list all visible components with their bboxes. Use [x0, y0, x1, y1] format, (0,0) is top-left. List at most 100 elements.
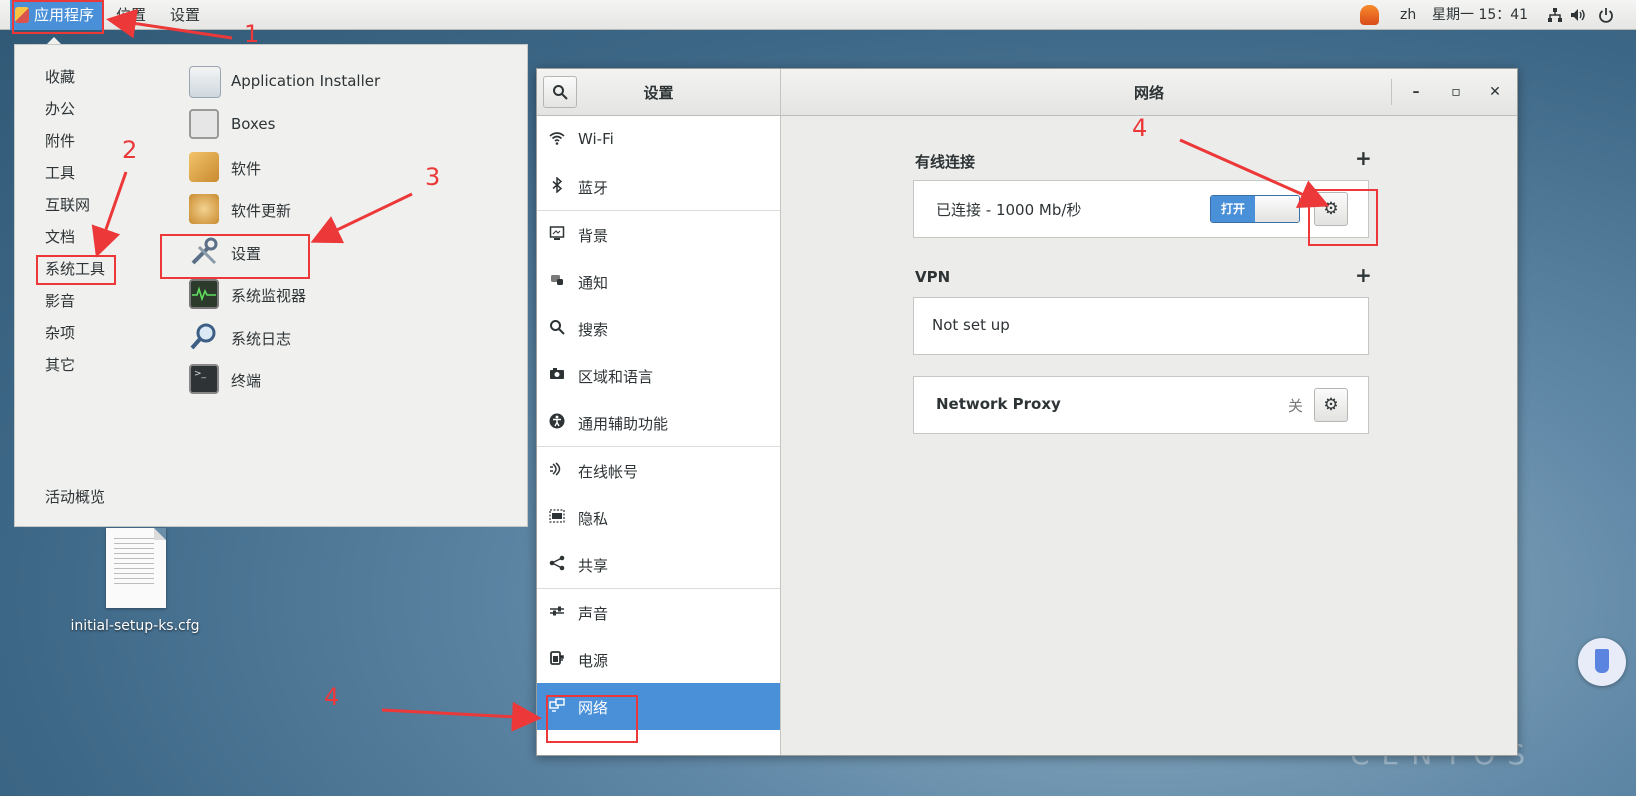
input-method-indicator[interactable]: zh [1400, 0, 1416, 30]
sidebar-item-label: 通知 [578, 274, 609, 292]
sidebar-item-sharing[interactable]: 共享 [537, 541, 780, 588]
category-utilities[interactable]: 工具 [45, 162, 75, 183]
settings-sidebar: Wi-Fi 蓝牙 背景 通知 搜索 区域和语言 通用辅助功能 在线帐号 隐私 共… [537, 116, 781, 755]
usb-device-icon[interactable] [1578, 638, 1626, 686]
app-label: 软件 [231, 160, 262, 178]
boxes-icon [189, 109, 219, 139]
annotation-box-system-tools [36, 255, 116, 285]
settings-window: 设置 网络 – ▫ ✕ Wi-Fi 蓝牙 背景 通知 搜索 区域和语言 通用辅助… [536, 68, 1518, 756]
power-menu-icon[interactable] [1598, 7, 1614, 23]
sound-icon [549, 603, 565, 619]
sidebar-item-search[interactable]: 搜索 [537, 305, 780, 352]
settings-menu-button[interactable]: 设置 [170, 0, 200, 30]
region-icon [549, 366, 565, 382]
volume-icon[interactable] [1570, 7, 1586, 23]
sidebar-item-privacy[interactable]: 隐私 [537, 494, 780, 541]
annotation-step-2: 2 [122, 136, 138, 164]
privacy-icon [549, 508, 565, 524]
sidebar-title: 设置 [643, 84, 674, 102]
sidebar-item-label: 隐私 [578, 510, 609, 528]
wifi-icon [549, 130, 565, 146]
arrow-step-4-network [381, 701, 542, 732]
header-divider [1391, 79, 1392, 105]
sidebar-item-bluetooth[interactable]: 蓝牙 [537, 163, 780, 210]
category-office[interactable]: 办公 [45, 98, 75, 119]
add-vpn-button[interactable]: + [1355, 263, 1372, 287]
sidebar-item-power[interactable]: 电源 [537, 636, 780, 683]
wired-toggle[interactable]: 打开 [1210, 195, 1300, 223]
online-accounts-icon [549, 461, 565, 477]
app-boxes[interactable]: Boxes [175, 106, 475, 144]
annotation-box-network-item [546, 695, 638, 743]
sidebar-item-label: 区域和语言 [578, 368, 654, 386]
wired-connection-row: 已连接 - 1000 Mb/秒 打开 ⚙ [913, 180, 1369, 238]
network-status-icon[interactable] [1547, 7, 1563, 23]
app-label: 软件更新 [231, 202, 292, 220]
minimize-button[interactable]: – [1405, 81, 1427, 103]
app-terminal[interactable]: >_ 终端 [175, 361, 475, 399]
vpn-section-title: VPN [915, 268, 951, 286]
app-software-update[interactable]: 软件更新 [175, 191, 475, 229]
sidebar-item-label: 共享 [578, 557, 609, 575]
app-label: 系统日志 [231, 330, 292, 348]
terminal-icon: >_ [189, 364, 219, 394]
network-proxy-state: 关 [1288, 397, 1304, 415]
sidebar-item-label: 通用辅助功能 [578, 415, 669, 433]
search-icon [549, 319, 565, 335]
applications-menu: 收藏 办公 附件 工具 互联网 文档 系统工具 影音 杂项 其它 活动概览 Ap… [14, 44, 528, 527]
sidebar-item-label: 声音 [578, 605, 609, 623]
sidebar-item-region[interactable]: 区域和语言 [537, 352, 780, 399]
sidebar-item-background[interactable]: 背景 [537, 211, 780, 258]
maximize-button[interactable]: ▫ [1445, 81, 1467, 103]
category-internet[interactable]: 互联网 [45, 194, 90, 215]
wired-status: 已连接 - 1000 Mb/秒 [936, 201, 1082, 219]
app-application-installer[interactable]: Application Installer [175, 63, 475, 101]
network-panel: 有线连接 + 已连接 - 1000 Mb/秒 打开 ⚙ VPN + Not se… [781, 116, 1517, 755]
sidebar-item-sound[interactable]: 声音 [537, 589, 780, 636]
close-button[interactable]: ✕ [1484, 81, 1506, 103]
category-documents[interactable]: 文档 [45, 226, 75, 247]
magnifier-icon [189, 322, 219, 352]
clock[interactable]: 星期一 15：41 [1432, 0, 1528, 30]
proxy-settings-button[interactable]: ⚙ [1314, 388, 1348, 422]
installer-icon [189, 66, 221, 98]
software-icon [189, 152, 219, 182]
accessibility-icon [549, 413, 565, 429]
vpn-status: Not set up [932, 316, 1010, 334]
sidebar-item-label: 搜索 [578, 321, 609, 339]
alert-icon[interactable] [1360, 5, 1379, 25]
category-sundry[interactable]: 杂项 [45, 322, 75, 343]
network-proxy-row[interactable]: Network Proxy 关 ⚙ [913, 376, 1369, 434]
activities-overview[interactable]: 活动概览 [45, 486, 105, 507]
sidebar-item-wifi[interactable]: Wi-Fi [537, 116, 780, 163]
app-label: 终端 [231, 372, 262, 390]
category-other[interactable]: 其它 [45, 354, 75, 375]
network-proxy-label: Network Proxy [936, 395, 1061, 413]
power-icon [549, 650, 565, 666]
sidebar-item-label: 背景 [578, 227, 609, 245]
app-system-log[interactable]: 系统日志 [175, 319, 475, 357]
annotation-step-3: 3 [425, 163, 441, 191]
desktop-file-icon[interactable] [106, 528, 166, 608]
gear-icon: ⚙ [1323, 395, 1339, 415]
sidebar-item-label: 蓝牙 [578, 179, 609, 197]
sidebar-item-online-accounts[interactable]: 在线帐号 [537, 447, 780, 494]
software-update-icon [189, 194, 219, 224]
category-favorites[interactable]: 收藏 [45, 66, 75, 87]
annotation-box-applications [12, 0, 104, 34]
window-header-bar: 设置 网络 – ▫ ✕ [537, 69, 1517, 116]
category-accessories[interactable]: 附件 [45, 130, 75, 151]
add-wired-button[interactable]: + [1355, 146, 1372, 170]
sidebar-item-notifications[interactable]: 通知 [537, 258, 780, 305]
app-system-monitor[interactable]: 系统监视器 [175, 276, 475, 314]
sidebar-item-accessibility[interactable]: 通用辅助功能 [537, 399, 780, 446]
desktop-file-label[interactable]: initial-setup-ks.cfg [60, 618, 210, 634]
wired-section-title: 有线连接 [915, 153, 976, 171]
app-label: 系统监视器 [231, 287, 307, 305]
annotation-box-wired-gear [1308, 189, 1378, 246]
places-menu-button[interactable]: 位置 [116, 0, 146, 30]
category-sound-video[interactable]: 影音 [45, 290, 75, 311]
sidebar-item-label: 电源 [578, 652, 609, 670]
system-monitor-icon [189, 279, 219, 309]
annotation-step-1: 1 [244, 20, 260, 48]
